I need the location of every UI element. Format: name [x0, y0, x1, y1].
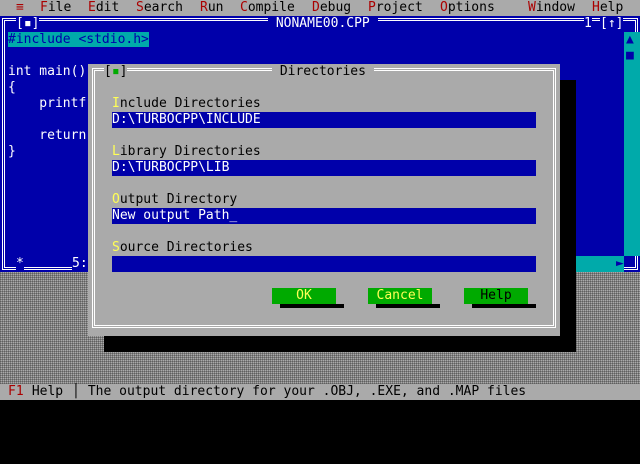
system-menu-icon[interactable]: ≡ — [16, 0, 24, 16]
menu-project[interactable]: Project — [368, 0, 423, 16]
code-line[interactable]: printf — [8, 96, 86, 112]
output-directory-input[interactable]: New output Path_ — [112, 208, 536, 224]
vertical-scrollbar[interactable]: ▲ ■ — [624, 32, 640, 256]
dialog-close-button[interactable]: [▪] — [104, 64, 128, 80]
ok-button-shadow — [280, 304, 344, 308]
modified-star-icon: * — [16, 256, 24, 272]
include-directories-input[interactable]: D:\TURBOCPP\INCLUDE — [112, 112, 536, 128]
dialog-title: Directories — [272, 64, 374, 80]
help-button[interactable]: Help — [464, 288, 528, 304]
menu-run[interactable]: Run — [200, 0, 223, 16]
menu-window[interactable]: Window — [528, 0, 575, 16]
cancel-button[interactable]: Cancel — [368, 288, 432, 304]
source-directories-label: Source Directories — [112, 240, 253, 255]
help-button-shadow — [472, 304, 536, 308]
status-help-label[interactable]: Help — [24, 384, 63, 400]
editor-window-number: 1 — [584, 16, 592, 32]
source-directories-input[interactable] — [112, 256, 536, 272]
code-line[interactable]: int main() — [8, 64, 86, 80]
menu-options[interactable]: Options — [440, 0, 495, 16]
editor-title: NONAME00.CPP — [268, 16, 378, 32]
cancel-button-shadow — [376, 304, 440, 308]
status-f1-key[interactable]: F1 — [8, 384, 24, 400]
code-line[interactable]: } — [8, 144, 16, 160]
menu-bar: ≡ File Edit Search Run Compile Debug Pro… — [0, 0, 640, 16]
menu-help[interactable]: Help — [592, 0, 623, 16]
menu-compile[interactable]: Compile — [240, 0, 295, 16]
editor-zoom-button[interactable]: [↑] — [600, 16, 624, 32]
menu-debug[interactable]: Debug — [312, 0, 351, 16]
editor-close-button[interactable]: [▪] — [16, 16, 40, 32]
status-separator: │ — [72, 384, 80, 399]
ok-button[interactable]: OK — [272, 288, 336, 304]
scroll-right-icon[interactable]: ► — [616, 256, 624, 272]
menu-file[interactable]: File — [40, 0, 71, 16]
menu-edit[interactable]: Edit — [88, 0, 119, 16]
library-directories-label: Library Directories — [112, 144, 261, 159]
scroll-up-icon[interactable]: ▲ — [626, 32, 634, 48]
status-hint: The output directory for your .OBJ, .EXE… — [80, 384, 527, 399]
menu-search[interactable]: Search — [136, 0, 183, 16]
code-line[interactable]: { — [8, 80, 16, 96]
cursor-position: 5: — [72, 256, 88, 272]
status-bar: F1 Help │ The output directory for your … — [0, 384, 640, 400]
include-directories-label: Include Directories — [112, 96, 261, 111]
output-directory-label: Output Directory — [112, 192, 238, 207]
scroll-thumb-icon[interactable]: ■ — [626, 48, 634, 64]
code-line[interactable]: return — [8, 128, 86, 144]
library-directories-input[interactable]: D:\TURBOCPP\LIB — [112, 160, 536, 176]
code-line[interactable]: #include <stdio.h> — [8, 32, 149, 48]
